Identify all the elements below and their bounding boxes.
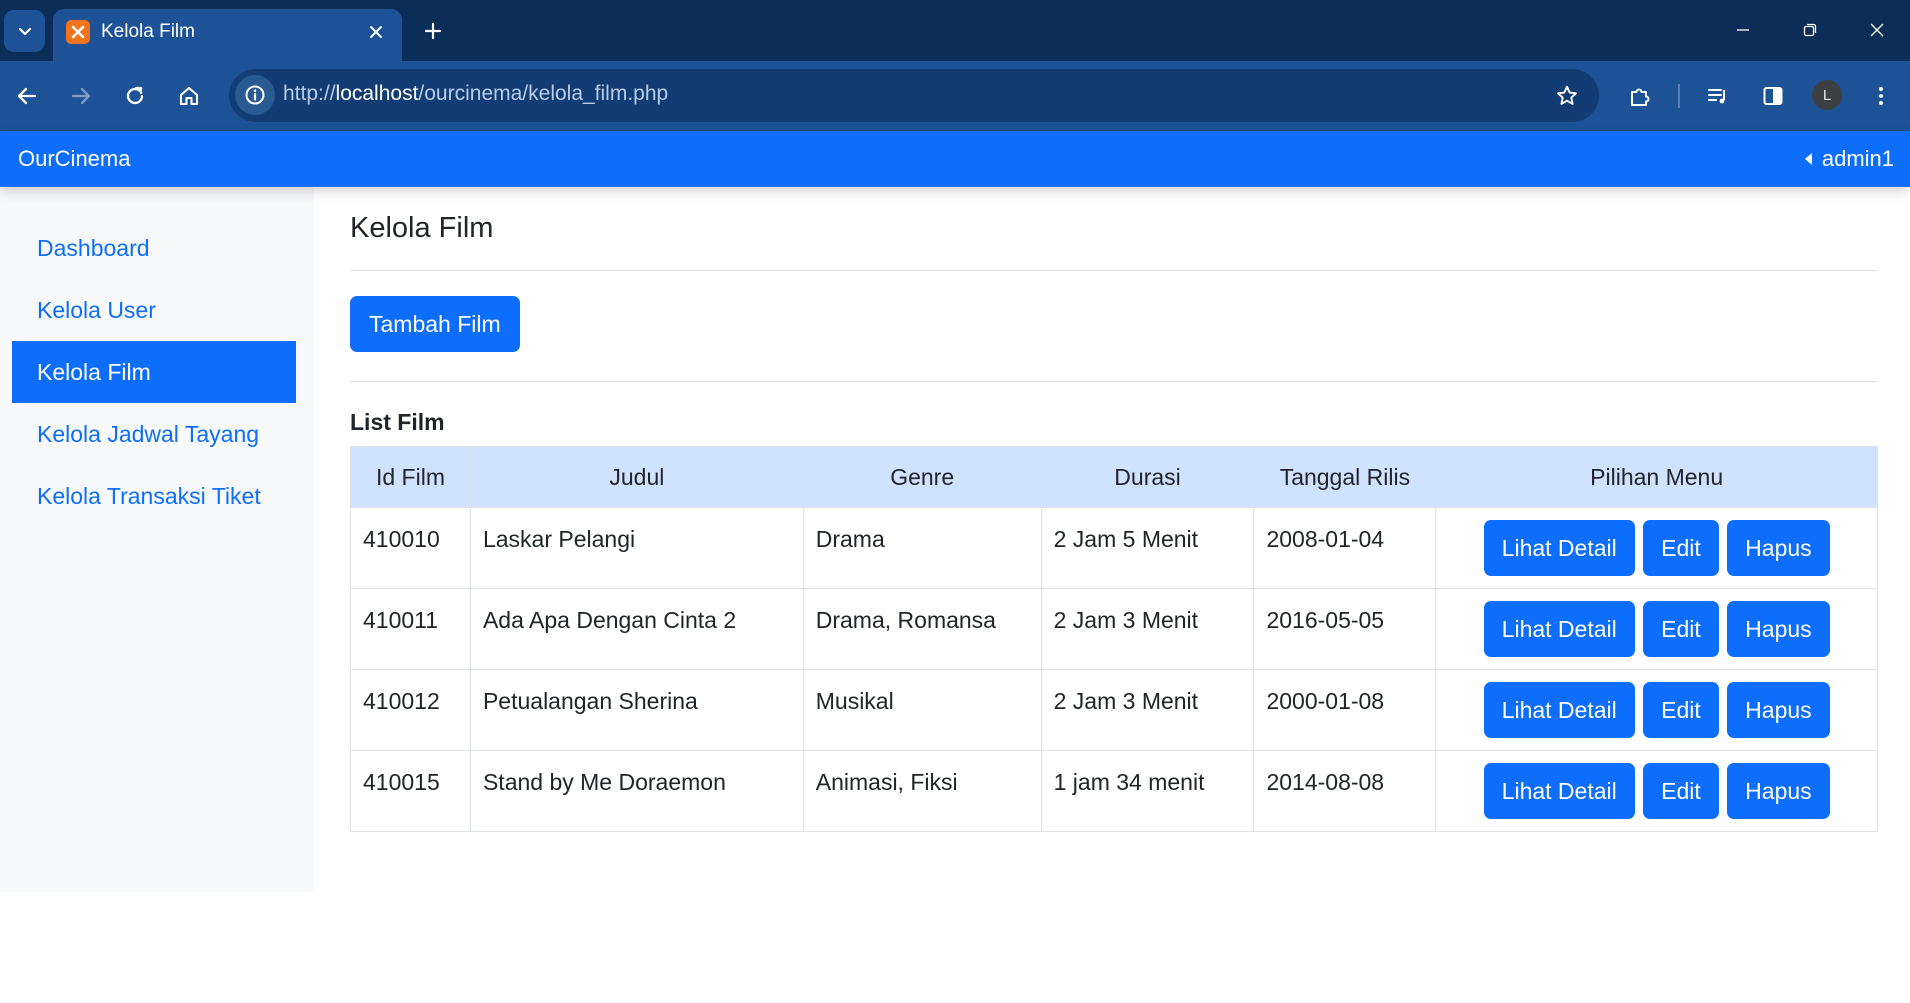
hapus-button[interactable]: Hapus bbox=[1727, 682, 1830, 738]
sidebar-item-dashboard[interactable]: Dashboard bbox=[12, 217, 296, 279]
extensions-puzzle-icon[interactable] bbox=[1621, 77, 1659, 115]
site-info-icon[interactable] bbox=[235, 75, 275, 115]
cell-durasi: 2 Jam 3 Menit bbox=[1040, 588, 1255, 670]
url-scheme: http:// bbox=[283, 82, 336, 105]
chevron-down-icon bbox=[18, 27, 31, 36]
sidebar-item-kelola-user[interactable]: Kelola User bbox=[12, 279, 296, 341]
url-host: localhost bbox=[335, 82, 419, 105]
caret-left-icon bbox=[1804, 153, 1812, 165]
reload-icon[interactable] bbox=[116, 77, 154, 115]
cell-tanggal-rilis: 2016-05-05 bbox=[1253, 588, 1437, 670]
window-minimize-icon[interactable] bbox=[1723, 14, 1763, 46]
toolbar-separator bbox=[1678, 84, 1680, 108]
url-path: /ourcinema/kelola_film.php bbox=[418, 82, 669, 105]
edit-button[interactable]: Edit bbox=[1643, 520, 1719, 576]
column-header-durasi: Durasi bbox=[1040, 446, 1255, 508]
hapus-button[interactable]: Hapus bbox=[1727, 601, 1830, 657]
cell-actions: Lihat Detail Edit Hapus bbox=[1435, 750, 1878, 832]
brand-link[interactable]: OurCinema bbox=[18, 146, 130, 172]
cell-durasi: 2 Jam 5 Menit bbox=[1040, 507, 1255, 589]
address-bar[interactable]: http://localhost/ourcinema/kelola_film.p… bbox=[229, 69, 1599, 122]
back-arrow-icon[interactable] bbox=[8, 77, 46, 115]
tab-title: Kelola Film bbox=[101, 21, 195, 42]
page-title: Kelola Film bbox=[350, 212, 494, 244]
cell-judul: Petualangan Sherina bbox=[469, 669, 804, 751]
user-dropdown[interactable]: admin1 bbox=[1804, 146, 1894, 172]
window-restore-icon[interactable] bbox=[1790, 14, 1830, 46]
table-row: 410015 Stand by Me Doraemon Animasi, Fik… bbox=[350, 750, 1878, 832]
cell-genre: Drama bbox=[802, 507, 1042, 589]
user-name: admin1 bbox=[1821, 146, 1894, 171]
table-row: 410010 Laskar Pelangi Drama 2 Jam 5 Meni… bbox=[350, 507, 1878, 589]
tab-search-button[interactable] bbox=[4, 10, 45, 52]
list-title: List Film bbox=[350, 409, 445, 435]
cell-tanggal-rilis: 2000-01-08 bbox=[1253, 669, 1437, 751]
lihat-detail-button[interactable]: Lihat Detail bbox=[1483, 520, 1635, 576]
xampp-favicon-icon bbox=[66, 20, 90, 44]
hapus-button[interactable]: Hapus bbox=[1727, 763, 1830, 819]
url-text[interactable]: http://localhost/ourcinema/kelola_film.p… bbox=[283, 82, 668, 106]
profile-avatar[interactable]: L bbox=[1812, 80, 1842, 110]
cell-actions: Lihat Detail Edit Hapus bbox=[1435, 507, 1878, 589]
home-icon[interactable] bbox=[170, 77, 208, 115]
tab-close-icon[interactable] bbox=[363, 19, 389, 45]
cell-judul: Ada Apa Dengan Cinta 2 bbox=[469, 588, 804, 670]
new-tab-plus-icon[interactable] bbox=[418, 16, 448, 46]
cell-id: 410011 bbox=[350, 588, 471, 670]
cell-judul: Laskar Pelangi bbox=[469, 507, 804, 589]
edit-button[interactable]: Edit bbox=[1643, 682, 1719, 738]
film-table: Id Film Judul Genre Durasi Tanggal Rilis… bbox=[350, 446, 1878, 832]
cell-tanggal-rilis: 2008-01-04 bbox=[1253, 507, 1437, 589]
lihat-detail-button[interactable]: Lihat Detail bbox=[1483, 601, 1635, 657]
edit-button[interactable]: Edit bbox=[1643, 601, 1719, 657]
cell-genre: Drama, Romansa bbox=[802, 588, 1042, 670]
sidebar-item-kelola-film[interactable]: Kelola Film bbox=[12, 341, 296, 403]
edit-button[interactable]: Edit bbox=[1643, 763, 1719, 819]
lihat-detail-button[interactable]: Lihat Detail bbox=[1483, 763, 1635, 819]
app-navbar: OurCinema admin1 bbox=[0, 131, 1910, 187]
window-close-icon[interactable] bbox=[1857, 14, 1897, 46]
table-header-row: Id Film Judul Genre Durasi Tanggal Rilis… bbox=[350, 446, 1878, 508]
cell-id: 410010 bbox=[350, 507, 471, 589]
browser-toolbar: http://localhost/ourcinema/kelola_film.p… bbox=[0, 61, 1910, 131]
browser-tab[interactable]: Kelola Film bbox=[53, 9, 402, 61]
cell-actions: Lihat Detail Edit Hapus bbox=[1435, 669, 1878, 751]
divider bbox=[350, 270, 1878, 271]
hapus-button[interactable]: Hapus bbox=[1727, 520, 1830, 576]
column-header-pilihan-menu: Pilihan Menu bbox=[1435, 446, 1878, 508]
cell-durasi: 1 jam 34 menit bbox=[1040, 750, 1255, 832]
sidebar-item-kelola-transaksi-tiket[interactable]: Kelola Transaksi Tiket bbox=[12, 465, 296, 527]
column-header-judul: Judul bbox=[469, 446, 804, 508]
cell-id: 410015 bbox=[350, 750, 471, 832]
cell-genre: Animasi, Fiksi bbox=[802, 750, 1042, 832]
column-header-id: Id Film bbox=[350, 446, 471, 508]
sidebar: Dashboard Kelola User Kelola Film Kelola… bbox=[0, 187, 314, 892]
cell-actions: Lihat Detail Edit Hapus bbox=[1435, 588, 1878, 670]
divider bbox=[350, 381, 1878, 382]
cell-durasi: 2 Jam 3 Menit bbox=[1040, 669, 1255, 751]
table-row: 410011 Ada Apa Dengan Cinta 2 Drama, Rom… bbox=[350, 588, 1878, 670]
cell-tanggal-rilis: 2014-08-08 bbox=[1253, 750, 1437, 832]
column-header-genre: Genre bbox=[802, 446, 1042, 508]
forward-arrow-icon[interactable] bbox=[62, 77, 100, 115]
lihat-detail-button[interactable]: Lihat Detail bbox=[1483, 682, 1635, 738]
cell-id: 410012 bbox=[350, 669, 471, 751]
bookmark-star-icon[interactable] bbox=[1552, 81, 1582, 111]
more-menu-icon[interactable] bbox=[1862, 77, 1900, 115]
table-row: 410012 Petualangan Sherina Musikal 2 Jam… bbox=[350, 669, 1878, 751]
column-header-tanggal-rilis: Tanggal Rilis bbox=[1253, 446, 1437, 508]
side-panel-icon[interactable] bbox=[1754, 77, 1792, 115]
add-film-button[interactable]: Tambah Film bbox=[350, 296, 520, 352]
sidebar-item-kelola-jadwal-tayang[interactable]: Kelola Jadwal Tayang bbox=[12, 403, 296, 465]
browser-tabstrip: Kelola Film bbox=[0, 0, 1910, 61]
media-queue-icon[interactable] bbox=[1699, 77, 1737, 115]
cell-genre: Musikal bbox=[802, 669, 1042, 751]
cell-judul: Stand by Me Doraemon bbox=[469, 750, 804, 832]
